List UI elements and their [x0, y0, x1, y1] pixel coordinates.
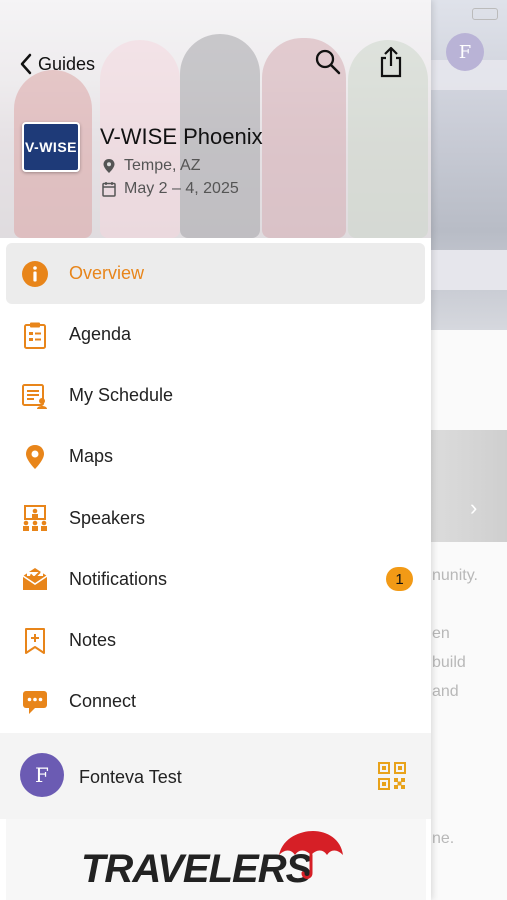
- notifications-badge: 1: [386, 567, 413, 592]
- drawer-menu: Overview Agenda My Schedule Maps Speaker…: [0, 240, 431, 732]
- share-icon[interactable]: [378, 46, 404, 78]
- speakers-icon: [21, 504, 49, 532]
- menu-item-label: Maps: [69, 446, 114, 467]
- background-text: nunity.: [432, 567, 478, 584]
- menu-item-label: Speakers: [69, 507, 146, 528]
- background-text: en: [432, 625, 450, 642]
- schedule-icon: [21, 382, 49, 410]
- clipboard-icon: [21, 321, 49, 349]
- background-text: and: [432, 683, 459, 700]
- back-label: Guides: [38, 53, 96, 74]
- avatar[interactable]: F: [20, 753, 64, 797]
- calendar-icon: [102, 182, 116, 197]
- envelope-icon: [21, 565, 49, 593]
- chevron-right-icon: ›: [470, 495, 478, 520]
- sponsor-banner[interactable]: TRAVELERS: [6, 819, 426, 900]
- user-profile-bar[interactable]: F Fonteva Test: [0, 733, 431, 819]
- event-location-text: Tempe, AZ: [124, 157, 201, 174]
- bookmark-note-icon: [21, 627, 49, 655]
- event-header: Guides V-WISE V-WISE Phoenix Tempe, AZ M…: [0, 0, 431, 238]
- event-dates-text: May 2 – 4, 2025: [124, 180, 239, 197]
- menu-item-connect[interactable]: Connect: [0, 671, 431, 732]
- menu-item-speakers[interactable]: Speakers: [0, 488, 431, 549]
- menu-item-label: Connect: [69, 691, 137, 712]
- menu-item-my-schedule[interactable]: My Schedule: [0, 365, 431, 426]
- event-dates: May 2 – 4, 2025: [102, 180, 239, 198]
- sponsor-logo: TRAVELERS: [81, 825, 351, 895]
- qr-code-icon[interactable]: [377, 761, 407, 791]
- event-location: Tempe, AZ: [102, 157, 200, 175]
- menu-item-label: Notes: [69, 630, 117, 651]
- menu-item-overview[interactable]: Overview: [6, 243, 425, 304]
- user-name: Fonteva Test: [79, 767, 182, 787]
- menu-item-label: Notifications: [69, 568, 168, 589]
- menu-item-label: Agenda: [69, 324, 132, 345]
- menu-item-agenda[interactable]: Agenda: [0, 304, 431, 365]
- background-avatar[interactable]: F: [446, 33, 484, 71]
- search-icon[interactable]: [314, 48, 342, 76]
- map-pin-icon: [21, 443, 49, 471]
- menu-item-label: My Schedule: [69, 385, 174, 406]
- background-text: ne.: [432, 830, 455, 847]
- event-logo: V-WISE: [22, 122, 80, 172]
- menu-item-label: Overview: [69, 263, 145, 283]
- location-pin-icon: [103, 159, 115, 173]
- menu-item-notes[interactable]: Notes: [0, 610, 431, 671]
- event-title: V-WISE Phoenix: [100, 124, 263, 149]
- menu-item-maps[interactable]: Maps: [0, 426, 431, 487]
- menu-item-notifications[interactable]: Notifications 1: [0, 549, 431, 610]
- info-icon: [21, 260, 49, 288]
- umbrella-icon: [279, 830, 343, 879]
- background-text: build: [432, 654, 466, 671]
- background-banner[interactable]: [430, 430, 507, 542]
- chevron-left-icon: [20, 53, 32, 75]
- chat-bubble-icon: [21, 688, 49, 716]
- event-logo-text: V-WISE: [24, 139, 77, 155]
- back-button[interactable]: Guides: [18, 48, 95, 80]
- battery-icon: [472, 8, 498, 20]
- side-drawer: Guides V-WISE V-WISE Phoenix Tempe, AZ M…: [0, 0, 431, 900]
